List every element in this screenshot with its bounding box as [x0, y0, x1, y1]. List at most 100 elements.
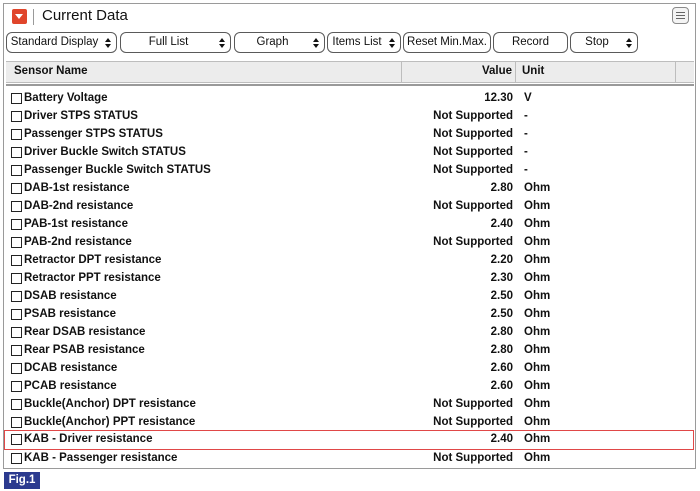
full-list-label: Full List	[148, 36, 189, 48]
sensor-unit: Ohm	[524, 308, 551, 320]
items-list-select[interactable]: Items List	[327, 32, 401, 53]
row-checkbox[interactable]	[11, 129, 22, 140]
sensor-value: 2.80	[490, 326, 513, 338]
table-row[interactable]: Rear DSAB resistance 2.80 Ohm	[4, 323, 694, 341]
title-divider	[33, 9, 34, 25]
row-checkbox[interactable]	[11, 417, 22, 428]
row-checkbox[interactable]	[11, 327, 22, 338]
sensor-unit: Ohm	[524, 452, 551, 464]
record-button[interactable]: Record	[493, 32, 568, 53]
sensor-value: Not Supported	[433, 200, 513, 212]
table-row[interactable]: DAB-1st resistance 2.80 Ohm	[4, 179, 694, 197]
sensor-name: Passenger STPS STATUS	[24, 128, 163, 140]
standard-display-select[interactable]: Standard Display	[6, 32, 117, 53]
column-divider	[515, 62, 516, 82]
sensor-unit: Ohm	[524, 290, 551, 302]
sensor-name: Retractor DPT resistance	[24, 254, 162, 266]
sensor-name: DAB-1st resistance	[24, 182, 130, 194]
sensor-unit: Ohm	[524, 200, 551, 212]
sensor-unit: Ohm	[524, 398, 551, 410]
row-checkbox[interactable]	[11, 183, 22, 194]
table-row[interactable]: DCAB resistance 2.60 Ohm	[4, 359, 694, 377]
row-checkbox[interactable]	[11, 93, 22, 104]
sensor-value: Not Supported	[433, 128, 513, 140]
row-checkbox[interactable]	[11, 453, 22, 464]
row-checkbox[interactable]	[11, 111, 22, 122]
table-row[interactable]: Passenger Buckle Switch STATUS Not Suppor…	[4, 161, 694, 179]
row-checkbox[interactable]	[11, 201, 22, 212]
sensor-name: Rear PSAB resistance	[24, 344, 145, 356]
sensor-unit: Ohm	[524, 182, 551, 194]
table-row[interactable]: PSAB resistance 2.50 Ohm	[4, 305, 694, 323]
title-bar: Current Data	[4, 4, 695, 30]
table-row[interactable]: PAB-2nd resistance Not Supported Ohm	[4, 233, 694, 251]
sensor-value: 2.60	[490, 362, 513, 374]
sensor-value: 2.80	[490, 344, 513, 356]
stop-select[interactable]: Stop	[570, 32, 638, 53]
row-checkbox[interactable]	[11, 291, 22, 302]
column-header-unit[interactable]: Unit	[522, 65, 544, 77]
table-row[interactable]: KAB - Passenger resistance Not Supported O…	[4, 449, 694, 467]
updown-arrow-icon	[105, 38, 112, 48]
sensor-value: 2.40	[490, 433, 513, 445]
stop-label: Stop	[585, 36, 609, 48]
row-checkbox[interactable]	[11, 147, 22, 158]
full-list-select[interactable]: Full List	[120, 32, 231, 53]
sensor-unit: Ohm	[524, 433, 551, 445]
collapse-arrow-icon[interactable]	[12, 9, 27, 24]
updown-arrow-icon	[313, 38, 320, 48]
table-row[interactable]: Retractor PPT resistance 2.30 Ohm	[4, 269, 694, 287]
sensor-unit: Ohm	[524, 344, 551, 356]
window-title: Current Data	[42, 7, 128, 24]
row-checkbox[interactable]	[11, 255, 22, 266]
sensor-name: KAB - Passenger resistance	[24, 452, 178, 464]
table-row[interactable]: Rear PSAB resistance 2.80 Ohm	[4, 341, 694, 359]
table-row-highlighted[interactable]: KAB - Driver resistance 2.40 Ohm	[4, 430, 694, 450]
table-row[interactable]: Passenger STPS STATUS Not Supported -	[4, 125, 694, 143]
sensor-value: 2.40	[490, 218, 513, 230]
row-checkbox[interactable]	[11, 345, 22, 356]
items-list-label: Items List	[332, 36, 382, 48]
header-underline	[6, 84, 694, 86]
toolbar: Standard Display Full List Graph Items L…	[6, 32, 694, 54]
table-row[interactable]: PCAB resistance 2.60 Ohm	[4, 377, 694, 395]
row-checkbox[interactable]	[11, 434, 22, 445]
table-row[interactable]: Driver Buckle Switch STATUS Not Supported…	[4, 143, 694, 161]
sensor-name: Battery Voltage	[24, 92, 108, 104]
table-row[interactable]: Retractor DPT resistance 2.20 Ohm	[4, 251, 694, 269]
row-checkbox[interactable]	[11, 309, 22, 320]
sensor-name: DAB-2nd resistance	[24, 200, 134, 212]
table-row[interactable]: Battery Voltage 12.30 V	[4, 89, 694, 107]
updown-arrow-icon	[389, 38, 396, 48]
row-checkbox[interactable]	[11, 399, 22, 410]
record-label: Record	[511, 36, 550, 48]
table-row[interactable]: Buckle(Anchor) DPT resistance Not Support…	[4, 395, 694, 413]
row-checkbox[interactable]	[11, 381, 22, 392]
table-row[interactable]: DAB-2nd resistance Not Supported Ohm	[4, 197, 694, 215]
sensor-value: 2.20	[490, 254, 513, 266]
sensor-unit: -	[524, 146, 528, 158]
sensor-value: Not Supported	[433, 416, 513, 428]
sensor-name: KAB - Driver resistance	[24, 433, 153, 445]
column-header-sensor-name[interactable]: Sensor Name	[14, 65, 88, 77]
row-checkbox[interactable]	[11, 219, 22, 230]
sensor-name: DCAB resistance	[24, 362, 118, 374]
table-row[interactable]: Driver STPS STATUS Not Supported -	[4, 107, 694, 125]
row-checkbox[interactable]	[11, 273, 22, 284]
graph-select[interactable]: Graph	[234, 32, 325, 53]
sensor-value: Not Supported	[433, 146, 513, 158]
row-checkbox[interactable]	[11, 363, 22, 374]
table-row[interactable]: DSAB resistance 2.50 Ohm	[4, 287, 694, 305]
sensor-value: 2.60	[490, 380, 513, 392]
hamburger-menu-icon[interactable]	[672, 7, 689, 24]
table-row[interactable]: Buckle(Anchor) PPT resistance Not Support…	[4, 413, 694, 431]
column-header-value[interactable]: Value	[402, 65, 512, 77]
column-divider	[675, 62, 676, 82]
reset-min-max-button[interactable]: Reset Min.Max.	[403, 32, 491, 53]
row-checkbox[interactable]	[11, 165, 22, 176]
sensor-unit: -	[524, 128, 528, 140]
sensor-unit: Ohm	[524, 362, 551, 374]
sensor-unit: V	[524, 92, 532, 104]
row-checkbox[interactable]	[11, 237, 22, 248]
table-row[interactable]: PAB-1st resistance 2.40 Ohm	[4, 215, 694, 233]
